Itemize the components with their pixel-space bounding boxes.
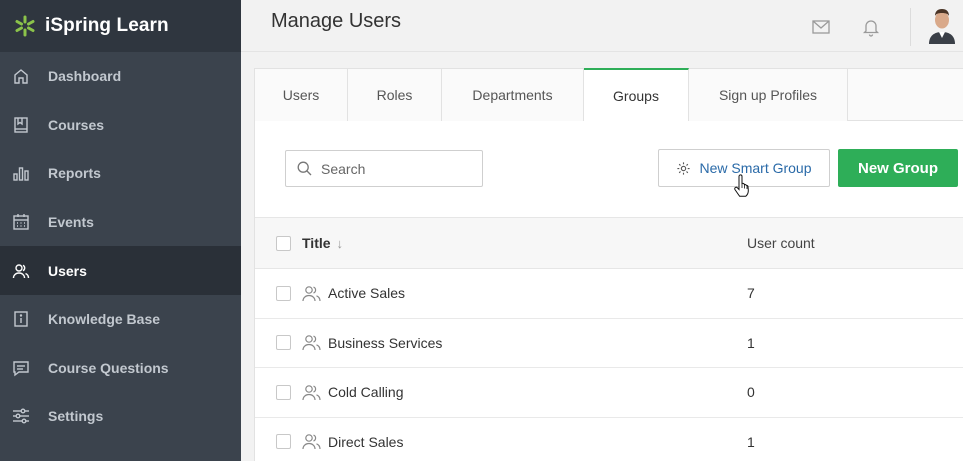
sliders-icon — [11, 406, 31, 426]
tab-roles[interactable]: Roles — [348, 69, 442, 121]
sidebar-item-label: Users — [48, 262, 87, 279]
sidebar-item-label: Knowledge Base — [48, 311, 161, 328]
info-book-icon — [11, 309, 31, 329]
group-icon — [302, 434, 321, 450]
tab-departments[interactable]: Departments — [442, 69, 584, 121]
row-checkbox[interactable] — [276, 384, 291, 400]
top-header: Manage Users — [241, 0, 963, 52]
groups-table: Title ↓ User count Active Sales 7 Busine… — [255, 217, 963, 461]
search-input[interactable] — [321, 160, 471, 177]
sidebar-item-label: Dashboard — [48, 68, 122, 85]
row-checkbox[interactable] — [276, 434, 291, 450]
home-icon — [11, 66, 31, 86]
user-count: 0 — [747, 384, 755, 401]
group-title[interactable]: Active Sales — [328, 285, 405, 301]
search-box[interactable] — [285, 150, 483, 187]
tab-users[interactable]: Users — [255, 69, 348, 121]
table-header: Title ↓ User count — [255, 217, 963, 269]
brand[interactable]: iSpring Learn — [0, 0, 241, 52]
sidebar-item-label: Reports — [48, 165, 101, 182]
sort-down-icon: ↓ — [336, 235, 344, 251]
sidebar-item-dashboard[interactable]: Dashboard — [0, 52, 241, 101]
tab-sign-up-profiles[interactable]: Sign up Profiles — [689, 69, 848, 121]
column-title[interactable]: Title ↓ — [302, 235, 747, 251]
main-content: Users Roles Departments Groups Sign up P… — [241, 52, 963, 461]
group-icon — [302, 285, 321, 301]
sidebar-item-label: Course Questions — [48, 359, 169, 376]
table-row[interactable]: Active Sales 7 — [255, 269, 963, 319]
sidebar-item-events[interactable]: Events — [0, 198, 241, 247]
column-user-count[interactable]: User count — [747, 235, 815, 251]
select-all-checkbox[interactable] — [276, 235, 291, 251]
user-count: 7 — [747, 285, 755, 302]
table-row[interactable]: Business Services 1 — [255, 319, 963, 368]
users-icon — [11, 261, 31, 281]
table-row[interactable]: Direct Sales 1 — [255, 418, 963, 461]
group-icon — [302, 384, 321, 400]
sidebar-item-label: Courses — [48, 116, 105, 133]
sidebar-item-course-questions[interactable]: Course Questions — [0, 344, 241, 393]
ispring-logo-icon — [15, 15, 35, 37]
row-checkbox[interactable] — [276, 335, 291, 351]
sidebar-item-label: Settings — [48, 408, 104, 425]
groups-panel: Users Roles Departments Groups Sign up P… — [254, 68, 963, 461]
mail-icon[interactable] — [811, 17, 831, 37]
user-count: 1 — [747, 334, 755, 351]
sidebar: iSpring Learn Dashboard Courses Reports … — [0, 0, 241, 461]
user-count: 1 — [747, 433, 755, 450]
sidebar-nav: Dashboard Courses Reports Events Users K… — [0, 52, 241, 441]
group-title[interactable]: Direct Sales — [328, 434, 403, 450]
sidebar-item-label: Events — [48, 214, 94, 231]
chat-icon — [11, 358, 31, 378]
tab-bar: Users Roles Departments Groups Sign up P… — [255, 68, 963, 121]
sidebar-item-reports[interactable]: Reports — [0, 149, 241, 198]
table-row[interactable]: Cold Calling 0 — [255, 368, 963, 418]
sidebar-item-settings[interactable]: Settings — [0, 392, 241, 441]
user-avatar[interactable] — [927, 8, 957, 44]
group-title[interactable]: Business Services — [328, 335, 442, 351]
header-divider — [910, 8, 911, 46]
page-title: Manage Users — [271, 10, 402, 32]
sidebar-item-courses[interactable]: Courses — [0, 101, 241, 150]
tab-groups[interactable]: Groups — [584, 68, 689, 121]
bar-chart-icon — [11, 163, 31, 183]
search-icon — [297, 161, 312, 176]
new-smart-group-label: New Smart Group — [699, 160, 812, 176]
group-title[interactable]: Cold Calling — [328, 384, 403, 400]
row-checkbox[interactable] — [276, 285, 291, 301]
column-title-label: Title — [302, 235, 331, 251]
hand-cursor-icon — [734, 174, 749, 197]
sidebar-item-users[interactable]: Users — [0, 246, 241, 295]
sidebar-item-knowledge-base[interactable]: Knowledge Base — [0, 295, 241, 344]
gear-icon — [677, 161, 691, 175]
new-group-button[interactable]: New Group — [838, 149, 958, 187]
calendar-icon — [11, 212, 31, 232]
bell-icon[interactable] — [861, 17, 881, 37]
group-icon — [302, 335, 321, 351]
book-icon — [11, 115, 31, 135]
brand-name: iSpring Learn — [45, 15, 169, 36]
